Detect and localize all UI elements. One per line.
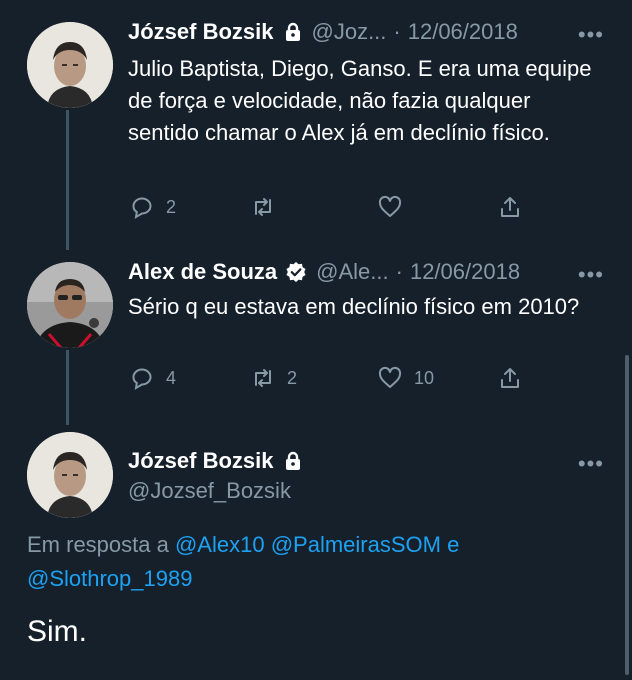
more-options-button[interactable]: •••	[578, 264, 604, 286]
share-button[interactable]	[498, 195, 522, 219]
reply-icon	[132, 368, 152, 390]
reply-button[interactable]: 2	[130, 195, 176, 219]
lock-icon	[285, 451, 300, 470]
tweet-date[interactable]: 12/06/2018	[410, 259, 520, 285]
tweet-text: Sim.	[27, 615, 87, 648]
avatar-photo	[27, 22, 113, 108]
retweet-icon	[255, 198, 271, 216]
author-handle[interactable]: @Ale...	[316, 259, 388, 285]
separator-dot: ·	[395, 259, 403, 284]
action-bar: 4 2 10	[128, 366, 528, 396]
tweet-header: Alex de Souza @Ale... · 12/06/2018	[128, 259, 520, 285]
tweet-header: József Bozsik	[128, 448, 303, 474]
avatar[interactable]	[27, 22, 113, 108]
retweet-count: 2	[287, 367, 298, 388]
mention-link[interactable]: @PalmeirasSOM	[271, 532, 441, 557]
avatar-photo	[27, 262, 113, 348]
scrollbar[interactable]	[625, 355, 629, 675]
thread-line	[66, 350, 69, 425]
verified-icon	[286, 262, 306, 282]
share-icon	[501, 197, 519, 217]
author-name[interactable]: József Bozsik	[128, 19, 274, 45]
like-button[interactable]	[378, 195, 414, 219]
reply-icon	[132, 197, 152, 219]
mention-link[interactable]: @Alex10	[175, 532, 265, 557]
mention-link[interactable]: @Slothrop_1989	[27, 566, 192, 591]
more-options-button[interactable]: •••	[578, 24, 604, 46]
share-button[interactable]	[498, 366, 522, 390]
reply-count: 4	[166, 367, 177, 388]
reply-context: Em resposta a @Alex10 @PalmeirasSOM e @S…	[27, 528, 607, 596]
tweet-header: József Bozsik @Joz... · 12/06/2018	[128, 19, 518, 45]
retweet-icon	[255, 369, 271, 387]
avatar[interactable]	[27, 432, 113, 518]
conjunction: e	[447, 532, 460, 557]
author-handle[interactable]: @Jozsef_Bozsik	[128, 478, 291, 504]
thread-line	[66, 110, 69, 250]
author-name[interactable]: Alex de Souza	[128, 259, 277, 285]
action-bar: 2	[128, 195, 528, 225]
avatar[interactable]	[27, 262, 113, 348]
heart-icon	[378, 195, 402, 217]
tweet-date[interactable]: 12/06/2018	[408, 19, 518, 45]
like-button[interactable]: 10	[378, 366, 434, 390]
lock-icon	[285, 22, 300, 41]
avatar-photo	[27, 432, 113, 518]
reply-prefix: Em resposta a	[27, 532, 169, 557]
share-icon	[501, 368, 519, 388]
separator-dot: ·	[393, 19, 401, 44]
author-handle[interactable]: @Joz...	[312, 19, 387, 45]
retweet-button[interactable]	[251, 195, 287, 219]
retweet-button[interactable]: 2	[251, 366, 297, 390]
reply-button[interactable]: 4	[130, 366, 176, 390]
reply-count: 2	[166, 196, 177, 217]
more-options-button[interactable]: •••	[578, 453, 604, 475]
tweet-text: Sério q eu estava em declínio físico em …	[128, 294, 580, 319]
author-name[interactable]: József Bozsik	[128, 448, 274, 474]
tweet-text: Julio Baptista, Diego, Ganso. E era uma …	[128, 56, 592, 145]
author-handle-row: @Jozsef_Bozsik	[128, 478, 291, 504]
heart-icon	[378, 366, 402, 388]
like-count: 10	[414, 367, 435, 388]
